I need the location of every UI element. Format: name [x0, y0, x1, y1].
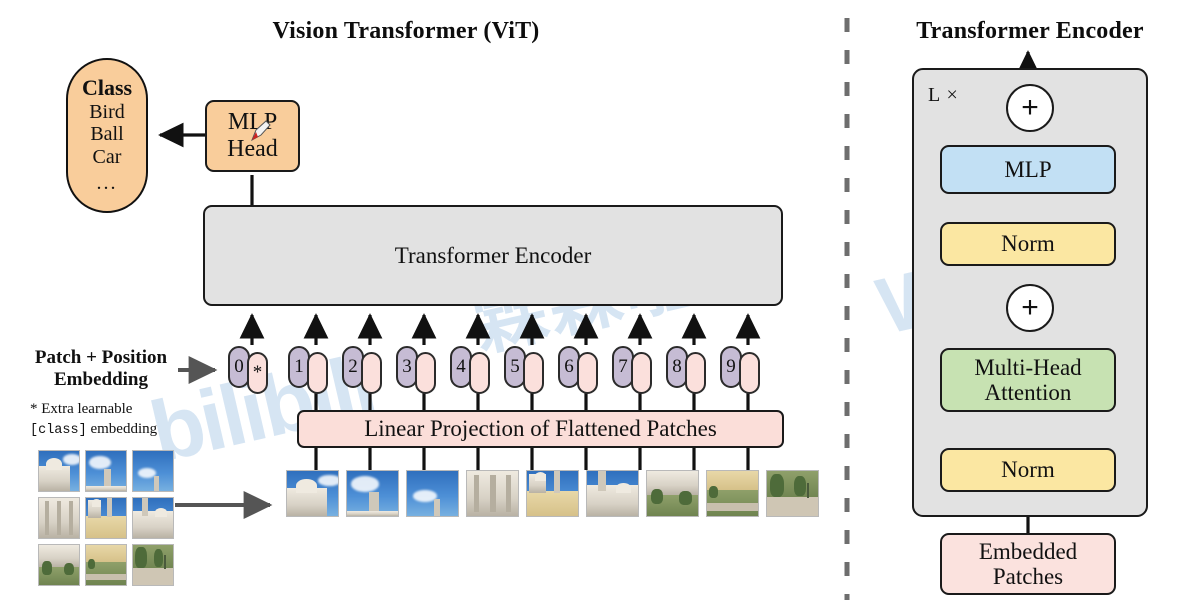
source-image-patch-grid — [38, 450, 174, 586]
token-2: 2 — [342, 346, 382, 394]
token-3: 3 — [396, 346, 436, 394]
flattened-patch-2 — [406, 470, 459, 517]
token-6: 6 — [558, 346, 598, 394]
patch-embedding-3 — [415, 352, 436, 394]
transformer-encoder-label: Transformer Encoder — [394, 242, 592, 268]
source-patch-7 — [85, 544, 127, 586]
flattened-patch-row — [286, 470, 819, 517]
embedded-patches-line2: Patches — [992, 564, 1064, 589]
page-title-left: Vision Transformer (ViT) — [272, 18, 540, 44]
source-patch-6 — [38, 544, 80, 586]
footnote-line2: [class] embedding — [30, 420, 200, 440]
class-item-bird: Bird — [89, 101, 125, 124]
source-patch-0 — [38, 450, 80, 492]
embedded-patches-line1: Embedded — [978, 538, 1078, 564]
layer-repeat-label: L × — [928, 84, 959, 106]
norm-block-bottom: Norm — [940, 448, 1116, 492]
token-8: 8 — [666, 346, 706, 394]
patch-embedding-7 — [631, 352, 652, 394]
linear-projection-label: Linear Projection of Flattened Patches — [364, 416, 717, 442]
flattened-patch-0 — [286, 470, 339, 517]
class-item-car: Car — [92, 145, 122, 168]
flattened-patch-3 — [466, 470, 519, 517]
residual-add-bottom: + — [1006, 284, 1054, 332]
patch-embedding-2 — [361, 352, 382, 394]
page-title-right: Transformer Encoder — [916, 18, 1144, 44]
footnote-line1: * Extra learnable — [30, 401, 133, 417]
footnote-line2-suffix: embedding — [86, 420, 158, 437]
patch-embedding-5 — [523, 352, 544, 394]
flattened-patch-6 — [646, 470, 699, 517]
mlp-block: MLP — [940, 145, 1116, 194]
token-0: 0 * — [228, 346, 268, 394]
class-output-box: Class Bird Ball Car ... — [66, 58, 148, 213]
class-ellipsis: ... — [96, 172, 118, 195]
patch-position-embedding-label: Patch + Position Embedding — [26, 347, 176, 391]
multi-head-attention-block: Multi-Head Attention — [940, 348, 1116, 412]
flattened-patch-5 — [586, 470, 639, 517]
embedding-label-line1: Patch + Position — [34, 347, 168, 368]
source-patch-5 — [132, 497, 174, 539]
transformer-encoder-box: Transformer Encoder — [203, 205, 783, 306]
token-7: 7 — [612, 346, 652, 394]
patch-embedding-4 — [469, 352, 490, 394]
extra-learnable-footnote: * Extra learnable [class] embedding — [30, 400, 200, 439]
patch-embedding-1 — [307, 352, 328, 394]
patch-embedding-6 — [577, 352, 598, 394]
embedding-label-line2: Embedding — [54, 368, 148, 390]
token-4: 4 — [450, 346, 490, 394]
attention-line2: Attention — [984, 380, 1072, 405]
source-patch-8 — [132, 544, 174, 586]
source-patch-2 — [132, 450, 174, 492]
token-5: 5 — [504, 346, 544, 394]
patch-embedding-0: * — [247, 352, 268, 394]
token-9: 9 — [720, 346, 760, 394]
patch-embedding-8 — [685, 352, 706, 394]
flattened-patch-1 — [346, 470, 399, 517]
linear-projection-box: Linear Projection of Flattened Patches — [297, 410, 784, 448]
patch-embedding-9 — [739, 352, 760, 394]
vit-architecture-diagram: bilibili 霖霖啦 Wz — [0, 0, 1185, 607]
token-1: 1 — [288, 346, 328, 394]
embedded-patches-block: Embedded Patches — [940, 533, 1116, 595]
cursor-artifact — [251, 120, 271, 142]
flattened-patch-7 — [706, 470, 759, 517]
footnote-class-token: [class] — [30, 422, 87, 438]
class-heading: Class — [81, 75, 133, 101]
residual-add-top: + — [1006, 84, 1054, 132]
source-patch-4 — [85, 497, 127, 539]
class-item-ball: Ball — [90, 123, 124, 146]
attention-line1: Multi-Head — [974, 354, 1082, 380]
flattened-patch-4 — [526, 470, 579, 517]
source-patch-3 — [38, 497, 80, 539]
norm-block-top: Norm — [940, 222, 1116, 266]
source-patch-1 — [85, 450, 127, 492]
flattened-patch-8 — [766, 470, 819, 517]
